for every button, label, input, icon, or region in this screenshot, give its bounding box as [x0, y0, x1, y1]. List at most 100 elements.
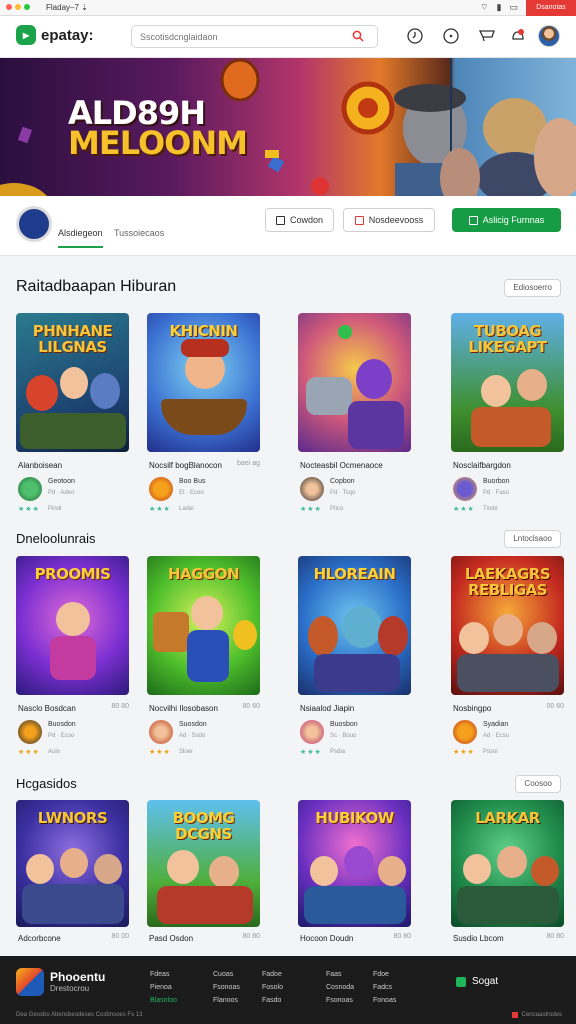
user-avatar[interactable]	[538, 25, 560, 47]
game-title[interactable]: Alanboisean	[18, 461, 62, 470]
game-thumbnail[interactable]: LWNORS	[16, 800, 129, 927]
game-tag: baei ag	[237, 460, 260, 467]
primary-action-button[interactable]: Aslicig Furnnas	[452, 208, 561, 232]
footer-logo-icon[interactable]	[16, 968, 44, 996]
square-icon	[275, 215, 285, 225]
game-thumbnail[interactable]: LARKAR	[451, 800, 564, 927]
channel-avatar[interactable]	[16, 206, 52, 242]
game-thumbnail[interactable]: HUBIKOW	[298, 800, 411, 927]
see-all-button[interactable]: Ediosoerro	[504, 279, 561, 297]
footer-copyright: Dea Geosbo Abensbeodeses Cosbnsoes Fs 13	[16, 1012, 143, 1018]
game-card[interactable]: LARKAR Susdio Lbcom 80 80	[451, 800, 564, 956]
developer-icon	[453, 477, 477, 501]
thumbnail-title: LAEKAGRS REBLIGAS	[464, 565, 551, 599]
footer-link[interactable]: Fsonoas	[326, 994, 354, 1007]
footer: Phooentu Drestocrou Fdeas Pienoa Blasnlo…	[0, 956, 576, 1024]
see-all-button[interactable]: Coosoo	[515, 775, 561, 793]
footer-link[interactable]: Fasdo	[262, 994, 283, 1007]
action-button-2[interactable]: Nosdeevooss	[343, 208, 435, 232]
rating-stars: ★★★	[149, 749, 171, 756]
game-card[interactable]: KHICNIN Nocsilf bogBlanocon baei ag Boo …	[147, 313, 260, 523]
game-title[interactable]: Nsiaalod Jiapin	[300, 704, 354, 713]
developer-icon	[18, 477, 42, 501]
game-card[interactable]: Nocteasbil Ocmenaoce Copbon Pd · Tsqo ★★…	[298, 313, 411, 523]
game-thumbnail[interactable]: HAGGON	[147, 556, 260, 695]
footer-link[interactable]: Fdoe	[373, 968, 396, 981]
notification-icon[interactable]	[508, 26, 528, 46]
search-input[interactable]	[140, 29, 340, 45]
search-bar[interactable]	[131, 25, 378, 48]
game-card[interactable]: PHNHANE LILGNAS Alanboisean Geotoon Pd ·…	[16, 313, 129, 523]
footer-link[interactable]: Cuoas	[213, 968, 240, 981]
game-thumbnail[interactable]: LAEKAGRS REBLIGAS	[451, 556, 564, 695]
game-title[interactable]: Hocoon Doudn	[300, 934, 353, 943]
game-thumbnail[interactable]: PROOMIS	[16, 556, 129, 695]
game-thumbnail[interactable]	[298, 313, 411, 452]
action-button-1[interactable]: Cowdon	[265, 208, 334, 232]
rating-stars: ★★★	[300, 506, 322, 513]
close-dot-icon[interactable]	[6, 4, 12, 10]
game-thumbnail[interactable]: TUBOAG LIKEGAPT	[451, 313, 564, 452]
game-title[interactable]: Pasd Osdon	[149, 934, 193, 943]
see-all-button[interactable]: Lntoclsaoo	[504, 530, 561, 548]
game-thumbnail[interactable]: KHICNIN	[147, 313, 260, 452]
footer-link[interactable]: Fadcs	[373, 981, 396, 994]
clock-icon[interactable]	[405, 26, 425, 46]
game-genre: Ad · Ecsu	[483, 733, 510, 739]
footer-link[interactable]: Fadoe	[262, 968, 283, 981]
footer-legal: Cencaastrodes	[511, 1012, 562, 1018]
game-card[interactable]: LWNORS Adcorbcone 80 00	[16, 800, 129, 956]
logo[interactable]: ▸ epatay:	[16, 25, 94, 45]
footer-link[interactable]: Pienoa	[150, 981, 177, 994]
game-tag: 80 80	[242, 933, 260, 940]
game-title[interactable]: Adcorbcone	[18, 934, 61, 943]
cart-icon[interactable]	[477, 26, 497, 46]
game-title[interactable]: Nasclo Bosdcan	[18, 704, 76, 713]
footer-legal-link[interactable]: Cencaastrodes	[522, 1012, 562, 1018]
game-genre: Et · Ecoo	[179, 490, 204, 496]
search-icon[interactable]	[352, 30, 364, 42]
game-title[interactable]: Nocsilf bogBlanocon	[149, 461, 222, 470]
maximize-dot-icon[interactable]	[24, 4, 30, 10]
hero-banner[interactable]: ALD89H MELOONM	[0, 58, 576, 196]
game-genre: Pd · Ecoo	[48, 733, 75, 739]
compass-icon[interactable]	[441, 26, 461, 46]
game-card[interactable]: BOOMG DCGNS Pasd Osdon 80 80	[147, 800, 260, 956]
status-badge[interactable]: Dsanotas	[526, 0, 576, 16]
game-thumbnail[interactable]: PHNHANE LILGNAS	[16, 313, 129, 452]
footer-link[interactable]: Fonoas	[373, 994, 396, 1007]
game-title[interactable]: Nocvilhi Ilosobason	[149, 704, 218, 713]
game-title[interactable]: Susdio Lbcom	[453, 934, 504, 943]
wifi-icon: ⌔	[480, 2, 489, 12]
game-card[interactable]: LAEKAGRS REBLIGAS Nosbingpo 00 60 Syadia…	[451, 556, 564, 766]
footer-column: Fadoe Fosolo Fasdo	[262, 968, 283, 1007]
game-card[interactable]: HLOREAIN Nsiaalod Jiapin Buosbon Sc · Bo…	[298, 556, 411, 766]
footer-link[interactable]: Fosolo	[262, 981, 283, 994]
tab-primary[interactable]: Alsdiegeon	[58, 228, 103, 248]
footer-link[interactable]: Flanoos	[213, 994, 240, 1007]
footer-link[interactable]: Blasnloo	[150, 994, 177, 1007]
game-card[interactable]: HAGGON Nocvilhi Ilosobason 80 60 Suosdon…	[147, 556, 260, 766]
action-button-2-label: Nosdeevooss	[368, 215, 424, 225]
footer-link[interactable]: Fdeas	[150, 968, 177, 981]
footer-cta-button[interactable]: Sogat	[456, 976, 498, 987]
thumbnail-title: LARKAR	[475, 809, 540, 827]
developer-name: Copbon	[330, 478, 355, 485]
footer-link[interactable]: Cosnoda	[326, 981, 354, 994]
game-card[interactable]: HUBIKOW Hocoon Doudn 80 80	[298, 800, 411, 956]
hero-title: ALD89H MELOONM	[68, 97, 248, 159]
game-title[interactable]: Nosbingpo	[453, 704, 491, 713]
tab-secondary[interactable]: Tussoiecaos	[114, 228, 164, 238]
game-card[interactable]: TUBOAG LIKEGAPT Nosclaifbargdon Buorbon …	[451, 313, 564, 523]
footer-link[interactable]: Faas	[326, 968, 354, 981]
minimize-dot-icon[interactable]	[15, 4, 21, 10]
game-tag: 80 80	[546, 933, 564, 940]
game-genre: Sc · Bouo	[330, 733, 357, 739]
game-thumbnail[interactable]: BOOMG DCGNS	[147, 800, 260, 927]
game-card[interactable]: PROOMIS Nasclo Bosdcan 80 80 Buosdon Pd …	[16, 556, 129, 766]
footer-link[interactable]: Fsonoas	[213, 981, 240, 994]
game-title[interactable]: Nosclaifbargdon	[453, 461, 511, 470]
game-title[interactable]: Nocteasbil Ocmenaoce	[300, 461, 383, 470]
thumbnail-title: HLOREAIN	[313, 565, 396, 583]
game-thumbnail[interactable]: HLOREAIN	[298, 556, 411, 695]
